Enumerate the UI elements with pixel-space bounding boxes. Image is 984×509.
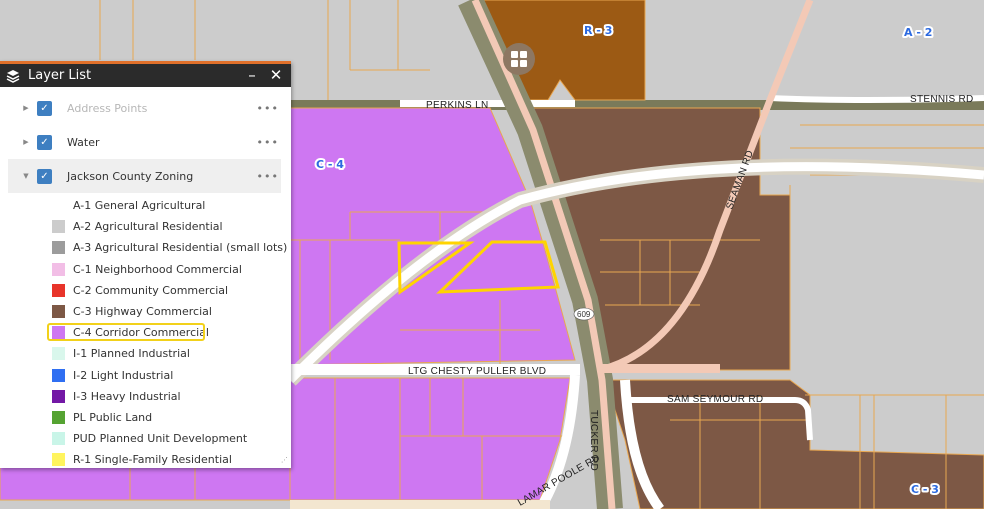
legend-item: R-1 Single-Family Residential [52, 449, 291, 470]
legend-label: C-2 Community Commercial [73, 283, 229, 297]
layers-icon [6, 69, 20, 83]
zone-label-c4: C - 4 [316, 158, 344, 171]
zone-label-a2: A - 2 [904, 26, 932, 39]
zone-label-c3: C - 3 [911, 483, 939, 496]
layer-visibility-checkbox[interactable]: ✓ [37, 168, 52, 184]
layer-visibility-checkbox[interactable]: ✓ [37, 134, 52, 150]
road-label-stennis: STENNIS RD [910, 94, 974, 105]
legend-label: I-3 Heavy Industrial [73, 389, 181, 403]
road-label-chesty: LTG CHESTY PULLER BLVD [408, 366, 546, 377]
legend-label: R-1 Single-Family Residential [73, 453, 232, 467]
legend-item: C-1 Neighborhood Commercial [52, 259, 291, 280]
legend-swatch [52, 262, 65, 276]
road-label-seymour: SAM SEYMOUR RD [667, 394, 763, 405]
legend-label: A-3 Agricultural Residential (small lots… [73, 241, 288, 255]
legend-swatch [52, 241, 65, 255]
layer-list-header: Layer List – ✕ [0, 64, 291, 87]
layer-item-jackson-county-zoning[interactable]: ▼ ✓ Jackson County Zoning ••• [8, 159, 281, 193]
layer-list-title: Layer List [28, 68, 92, 83]
legend-item: I-2 Light Industrial [52, 365, 291, 386]
layer-item-water[interactable]: ▶ ✓ Water ••• [8, 125, 281, 159]
legend-label: A-2 Agricultural Residential [73, 220, 223, 234]
layer-name: Address Points [67, 101, 148, 115]
legend-label: C-4 Corridor Commercial [73, 326, 209, 340]
legend-item: A-2 Agricultural Residential [52, 216, 291, 237]
legend-swatch [52, 283, 65, 297]
layer-name: Jackson County Zoning [67, 169, 194, 183]
resize-handle-icon[interactable]: ⋰ [281, 457, 289, 466]
road-label-perkins: PERKINS LN [426, 100, 488, 111]
zoning-legend: A-1 General Agricultural A-2 Agricultural… [0, 195, 291, 470]
legend-item: C-2 Community Commercial [52, 280, 291, 301]
legend-item: I-1 Planned Industrial [52, 343, 291, 364]
layer-list-panel: Layer List – ✕ ▶ ✓ Address Points ••• ▶ … [0, 61, 291, 468]
legend-swatch [52, 305, 65, 319]
legend-swatch [52, 220, 65, 234]
legend-swatch [52, 368, 65, 382]
legend-item: PL Public Land [52, 407, 291, 428]
legend-swatch [52, 389, 65, 403]
legend-item: PUD Planned Unit Development [52, 428, 291, 449]
legend-item: A-3 Agricultural Residential (small lots… [52, 237, 291, 258]
layer-options-menu-icon[interactable]: ••• [257, 102, 279, 115]
legend-item: C-3 Highway Commercial [52, 301, 291, 322]
legend-label: C-3 Highway Commercial [73, 305, 212, 319]
legend-swatch [52, 432, 65, 446]
layer-item-address-points[interactable]: ▶ ✓ Address Points ••• [8, 91, 281, 125]
legend-swatch [52, 453, 65, 467]
basemap-gallery-icon [511, 51, 527, 67]
legend-swatch [52, 199, 65, 213]
basemap-gallery-button[interactable] [503, 43, 535, 75]
minimize-button[interactable]: – [243, 68, 261, 83]
legend-label: I-1 Planned Industrial [73, 347, 190, 361]
expand-caret-icon[interactable]: ▶ [18, 138, 34, 146]
layer-options-menu-icon[interactable]: ••• [257, 170, 279, 183]
layer-options-menu-icon[interactable]: ••• [257, 136, 279, 149]
legend-label: PUD Planned Unit Development [73, 432, 248, 446]
layer-name: Water [67, 135, 100, 149]
layer-visibility-checkbox[interactable]: ✓ [37, 100, 52, 116]
legend-label: I-2 Light Industrial [73, 368, 174, 382]
legend-swatch [52, 326, 65, 340]
expand-caret-icon[interactable]: ▶ [18, 104, 34, 112]
legend-swatch [52, 410, 65, 424]
legend-label: C-1 Neighborhood Commercial [73, 262, 242, 276]
legend-item: A-1 General Agricultural [52, 195, 291, 216]
collapse-caret-icon[interactable]: ▼ [18, 172, 34, 180]
legend-label: PL Public Land [73, 410, 153, 424]
legend-item: I-3 Heavy Industrial [52, 386, 291, 407]
road-lamar-poole [290, 500, 550, 509]
zone-label-r3: R - 3 [584, 24, 612, 37]
legend-item: C-4 Corridor Commercial [47, 322, 291, 343]
road-chesty-east [600, 364, 720, 373]
legend-label: A-1 General Agricultural [73, 199, 206, 213]
legend-swatch [52, 347, 65, 361]
close-button[interactable]: ✕ [267, 68, 285, 83]
route-shield-label: 609 [577, 310, 591, 319]
